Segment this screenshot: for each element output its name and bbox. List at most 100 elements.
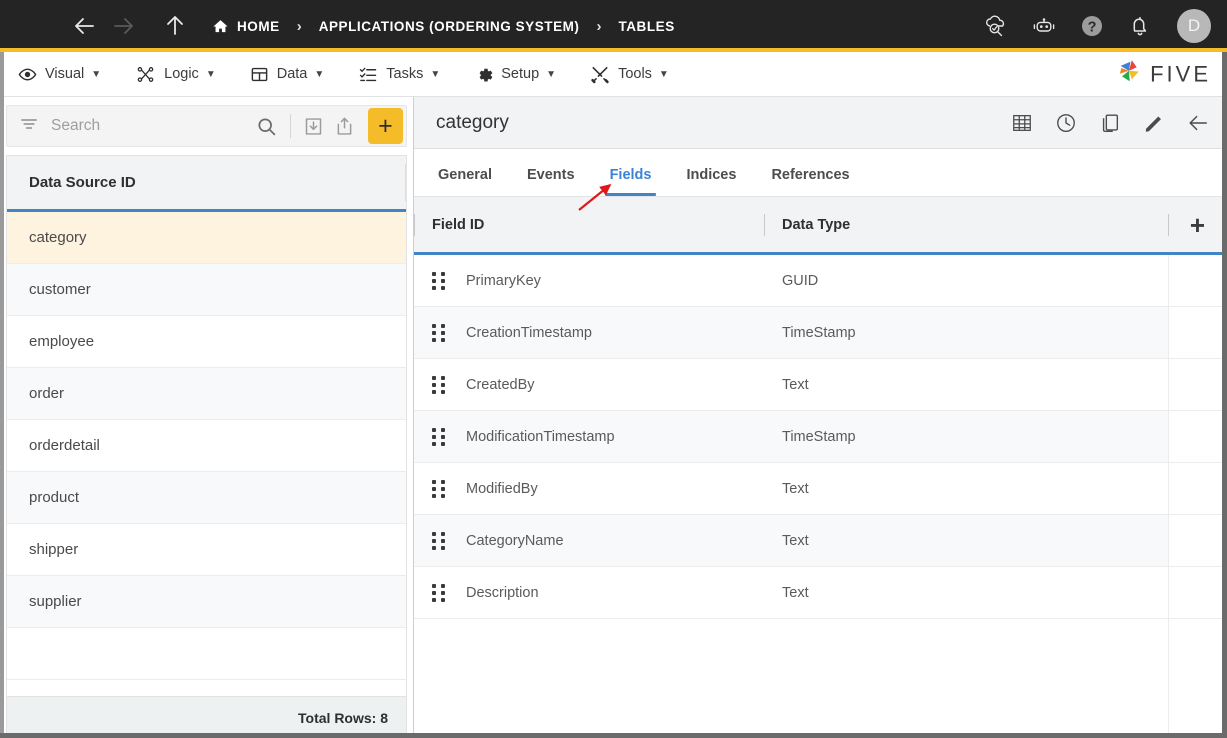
user-avatar[interactable]: D [1177,9,1211,43]
breadcrumb-item-applications[interactable]: APPLICATIONS (ORDERING SYSTEM) [319,19,580,34]
table-row[interactable]: ModifiedBy Text [414,463,1227,515]
checklist-icon [358,65,378,84]
drag-handle-icon[interactable] [432,531,446,550]
column-header-data-type[interactable]: Data Type [764,217,1168,233]
drag-handle-icon[interactable] [432,479,446,498]
data-type-cell: GUID [782,272,819,289]
menu-label-setup: Setup [501,66,540,82]
filter-icon[interactable] [19,116,39,137]
menu-item-tools[interactable]: Tools ▼ [590,65,669,84]
detail-header: category [414,97,1227,149]
data-source-name: employee [29,333,95,350]
tab-events[interactable]: Events [525,167,577,196]
field-id-value: CreatedBy [466,376,535,393]
import-icon[interactable] [299,116,330,137]
forward-arrow-icon[interactable] [108,11,138,41]
field-id-value: PrimaryKey [466,272,541,289]
data-type-cell: Text [782,376,809,393]
table-row[interactable]: CreatedBy Text [414,359,1227,411]
edit-pencil-icon[interactable] [1143,112,1165,134]
menu-item-tasks[interactable]: Tasks ▼ [358,65,440,84]
menu-label-visual: Visual [45,66,85,82]
menu-label-tasks: Tasks [386,66,424,82]
data-sources-panel: + Data Source ID category customer emplo… [0,97,414,738]
list-item[interactable]: order [7,368,406,420]
table-row[interactable]: CreationTimestamp TimeStamp [414,307,1227,359]
breadcrumb-item-tables[interactable]: TABLES [618,19,674,34]
breadcrumb-separator: › [596,17,602,35]
brand-logo: FIVE [1115,58,1211,91]
list-item[interactable]: orderdetail [7,420,406,472]
top-navigation-bar: HOME › APPLICATIONS (ORDERING SYSTEM) › … [0,0,1227,52]
notifications-bell-icon[interactable] [1127,13,1153,39]
field-id-cell: CreatedBy [414,359,764,410]
top-bar-actions: ? D [983,9,1211,43]
grid-icon [250,65,269,84]
table-row[interactable]: PrimaryKey GUID [414,255,1227,307]
data-type-cell: Text [764,515,1168,566]
data-type-cell: Text [782,584,809,601]
field-id-cell: Description [414,567,764,618]
field-id-value: CreationTimestamp [466,324,592,341]
search-icon[interactable] [251,116,282,137]
drag-handle-icon[interactable] [432,583,446,602]
list-item[interactable]: employee [7,316,406,368]
data-source-name: category [29,229,87,246]
up-arrow-icon[interactable] [160,11,190,41]
back-arrow-icon[interactable] [1187,112,1209,134]
list-item[interactable]: customer [7,264,406,316]
menu-item-logic[interactable]: Logic ▼ [135,65,216,84]
drag-handle-icon[interactable] [432,323,446,342]
brand-name: FIVE [1150,61,1211,86]
table-row[interactable]: ModificationTimestamp TimeStamp [414,411,1227,463]
menu-item-visual[interactable]: Visual ▼ [18,65,101,84]
table-row[interactable]: CategoryName Text [414,515,1227,567]
data-source-column-header[interactable]: Data Source ID [7,156,406,212]
five-pinwheel-icon [1115,58,1143,91]
duplicate-icon[interactable] [1099,112,1121,134]
breadcrumb-separator: › [296,17,302,35]
list-item[interactable]: category [7,212,406,264]
export-icon[interactable] [329,116,360,137]
column-header-field-id[interactable]: Field ID [414,217,764,233]
help-icon[interactable]: ? [1079,13,1105,39]
add-field-button[interactable]: + [1190,212,1205,238]
data-source-name: orderdetail [29,437,100,454]
list-item[interactable]: product [7,472,406,524]
cloud-search-icon[interactable] [983,13,1009,39]
data-source-name: product [29,489,80,506]
search-input[interactable] [51,117,251,135]
list-item[interactable]: supplier [7,576,406,628]
tab-fields[interactable]: Fields [604,167,657,196]
add-data-source-button[interactable]: + [367,108,403,144]
back-arrow-icon[interactable] [70,11,100,41]
row-extra-cell [1168,255,1227,306]
table-row[interactable]: Description Text [414,567,1227,619]
drag-handle-icon[interactable] [432,427,446,446]
table-view-icon[interactable] [1011,112,1033,134]
drag-handle-icon[interactable] [432,375,446,394]
data-source-name: shipper [29,541,79,558]
menu-item-setup[interactable]: Setup ▼ [474,65,556,84]
tools-icon [590,65,610,84]
data-source-name: supplier [29,593,82,610]
toolbar-divider [289,114,291,138]
list-item[interactable]: shipper [7,524,406,576]
tab-indices[interactable]: Indices [684,167,738,196]
gear-icon [474,65,493,84]
menu-item-data[interactable]: Data ▼ [250,65,324,84]
empty-row-space [7,628,406,680]
tab-general[interactable]: General [436,167,494,196]
breadcrumb-label-home: HOME [237,18,280,34]
drag-handle-icon[interactable] [432,271,446,290]
row-extra-cell [1168,307,1227,358]
breadcrumb-item-home[interactable]: HOME [212,18,280,35]
row-extra-cell [1168,359,1227,410]
empty-table-space [414,619,1227,738]
tab-references[interactable]: References [769,167,851,196]
field-id-value: CategoryName [466,532,564,549]
chatbot-icon[interactable] [1031,13,1057,39]
history-clock-icon[interactable] [1055,112,1077,134]
hamburger-menu-icon[interactable] [22,21,44,31]
chevron-down-icon: ▼ [205,68,216,80]
